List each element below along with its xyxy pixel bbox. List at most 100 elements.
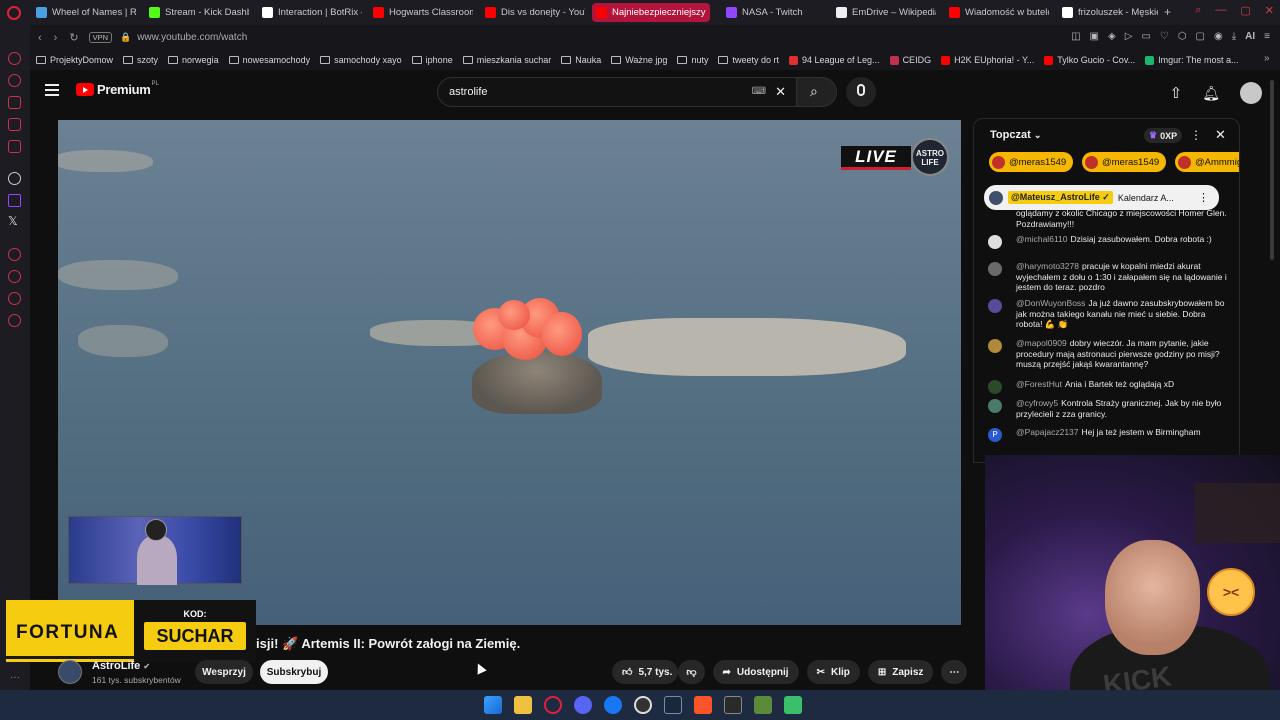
player-icon[interactable]: ▷ <box>1125 31 1133 42</box>
sidebar-icon-3[interactable] <box>8 96 21 109</box>
bookmark-item[interactable]: H2K EUphoria! - Y... <box>941 55 1034 65</box>
steam-icon[interactable] <box>664 696 682 714</box>
bookmark-item[interactable]: ProjektyDomow <box>36 55 113 65</box>
upload-icon[interactable]: ⇧ <box>1170 84 1183 102</box>
share-button[interactable]: ➦ Udostępnij <box>712 660 799 684</box>
chat-username[interactable]: @Papajacz2137 <box>1016 427 1079 437</box>
bookmark-item[interactable]: mieszkania suchar <box>462 55 551 65</box>
twitch-icon[interactable] <box>8 194 21 207</box>
subscribe-button[interactable]: Subskrybuj <box>260 660 328 684</box>
sidebar-icon-5[interactable] <box>8 140 21 153</box>
clear-search-icon[interactable]: ✕ <box>775 84 786 100</box>
app-icon[interactable] <box>754 696 772 714</box>
ticker-item[interactable]: @meras1549 <box>1082 152 1167 172</box>
chat-message[interactable]: P @Papajacz2137 Hej ja też jestem w Birmin… <box>988 427 1228 442</box>
tab-6[interactable]: Najniebezpieczniejszy <box>592 3 710 22</box>
shield-icon[interactable]: ◈ <box>1108 31 1116 42</box>
chatgpt-icon[interactable] <box>8 172 21 185</box>
game-icon[interactable] <box>784 696 802 714</box>
settings-icon[interactable] <box>8 314 21 327</box>
bookmark-item[interactable]: 94 League of Leg... <box>788 55 880 65</box>
search-input[interactable]: astrolife ⌨ ✕ <box>437 77 797 107</box>
search-button[interactable]: ⌕ <box>797 77 837 107</box>
sidebar-icon-6[interactable] <box>8 248 21 261</box>
tab-9[interactable]: Wiadomość w butelce <box>945 3 1049 22</box>
bookmarks-overflow-icon[interactable]: » <box>1264 53 1270 64</box>
bookmark-item[interactable]: Imgur: The most a... <box>1145 55 1239 65</box>
bookmark-item[interactable]: tweety do rt <box>718 55 779 65</box>
youtube-logo[interactable]: Premium PL <box>76 81 159 97</box>
tab-2[interactable]: Stream - Kick Dashbo <box>145 3 249 22</box>
snapshot-icon[interactable]: ▣ <box>1090 31 1099 42</box>
maximize-icon[interactable]: ▢ <box>1240 4 1250 17</box>
avatar[interactable] <box>1240 82 1262 104</box>
keyboard-icon[interactable]: ⌨ <box>752 86 766 97</box>
bookmark-icon[interactable]: ◫ <box>1071 31 1080 42</box>
account-icon[interactable]: ◉ <box>1214 31 1223 42</box>
tab-4[interactable]: Hogwarts Classroom <box>369 3 473 22</box>
download-icon[interactable]: ⤓ <box>1232 31 1236 42</box>
chat-message[interactable]: @DonWuyonBoss Ja już dawno zasubskrybował… <box>988 298 1228 330</box>
chat-message[interactable]: @harymoto3278 pracuje w kopalni miedzi ak… <box>988 261 1228 293</box>
notifications-icon[interactable]: 🔔︎ <box>1202 85 1220 102</box>
heart-icon[interactable]: ♡ <box>1160 31 1169 42</box>
bookmark-item[interactable]: Tylko Gucio - Cov... <box>1044 55 1135 65</box>
chat-message[interactable]: @cyfrowy5 Kontrola Straży granicznej. Jak… <box>988 398 1228 419</box>
back-icon[interactable]: ‹ <box>38 32 42 44</box>
bookmark-item[interactable]: nowesamochody <box>228 55 310 65</box>
bookmark-item[interactable]: szoty <box>123 55 158 65</box>
chat-username[interactable]: @DonWuyonBoss <box>1016 298 1085 308</box>
more-actions-button[interactable]: ⋯ <box>941 660 968 684</box>
menu-icon[interactable]: ≡ <box>1264 31 1270 42</box>
reload-icon[interactable]: ↻ <box>69 31 78 44</box>
extensions-icon[interactable]: ⬡ <box>1178 31 1187 42</box>
ai-label[interactable]: AI <box>1245 31 1255 42</box>
sidebar-icon-1[interactable] <box>8 52 21 65</box>
clip-button[interactable]: ✂ Klip <box>806 660 860 684</box>
bookmark-item[interactable]: Ważne jpg <box>611 55 667 65</box>
minimize-icon[interactable]: — <box>1215 4 1226 17</box>
pinned-message[interactable]: @Mateusz_AstroLife ✓ Kalendarz A... ⋮ <box>984 185 1219 210</box>
x-icon[interactable]: 𝕏 <box>8 214 18 228</box>
forward-icon[interactable]: › <box>54 32 58 44</box>
file-explorer-icon[interactable] <box>514 696 532 714</box>
close-window-icon[interactable]: ✕ <box>1265 4 1274 17</box>
vpn-badge[interactable]: VPN <box>88 32 112 43</box>
chat-username[interactable]: @ForestHut <box>1016 379 1062 389</box>
chat-message[interactable]: @ForestHut Ania i Bartek też oglądają xD <box>988 379 1228 394</box>
hamburger-menu-icon[interactable] <box>45 84 59 96</box>
opera-taskbar-icon[interactable] <box>544 696 562 714</box>
chat-username[interactable]: @harymoto3278 <box>1016 261 1079 271</box>
chat-username[interactable]: @mapol0909 <box>1016 338 1067 348</box>
save-button[interactable]: ⊞ Zapisz <box>867 660 934 684</box>
ticker-item[interactable]: @Ammmig <box>1175 152 1239 172</box>
chat-menu-icon[interactable]: ⋮ <box>1190 128 1202 142</box>
voice-search-button[interactable] <box>846 77 876 107</box>
xp-badge[interactable]: ♛ 0XP <box>1144 128 1183 143</box>
tab-1[interactable]: Wheel of Names | Ran <box>32 3 136 22</box>
close-chat-icon[interactable]: ✕ <box>1215 127 1226 143</box>
tab-3[interactable]: Interaction | BotRix — <box>258 3 362 22</box>
pinned-menu-icon[interactable]: ⋮ <box>1198 191 1209 204</box>
chat-message[interactable]: @mapol0909 dobry wieczór. Ja mam pytanie,… <box>988 338 1228 370</box>
support-button[interactable]: Wesprzyj <box>195 660 253 684</box>
more-icon[interactable]: ··· <box>10 672 20 683</box>
bookmark-item[interactable]: iphone <box>411 55 453 65</box>
discord-icon[interactable] <box>574 696 592 714</box>
bookmark-item[interactable]: norwegia <box>168 55 219 65</box>
dislike-button[interactable]: 👎︎ <box>678 660 705 684</box>
obs-icon[interactable] <box>634 696 652 714</box>
history-icon[interactable] <box>8 270 21 283</box>
tab-8[interactable]: EmDrive – Wikipedia, <box>832 3 936 22</box>
url-field[interactable]: www.youtube.com/watch <box>137 32 247 43</box>
windows-start-icon[interactable] <box>484 696 502 714</box>
new-tab-button[interactable]: + <box>1164 5 1171 19</box>
chat-username[interactable]: @cyfrowy5 <box>1016 398 1058 408</box>
bookmark-item[interactable]: Nauka <box>561 55 601 65</box>
sidebar-icon-7[interactable] <box>8 292 21 305</box>
facebook-icon[interactable] <box>604 696 622 714</box>
bookmark-item[interactable]: nuty <box>677 55 708 65</box>
wallet-icon[interactable]: ▭ <box>1141 31 1150 42</box>
channel-avatar[interactable] <box>58 660 82 684</box>
bookmark-item[interactable]: CEIDG <box>889 55 931 65</box>
